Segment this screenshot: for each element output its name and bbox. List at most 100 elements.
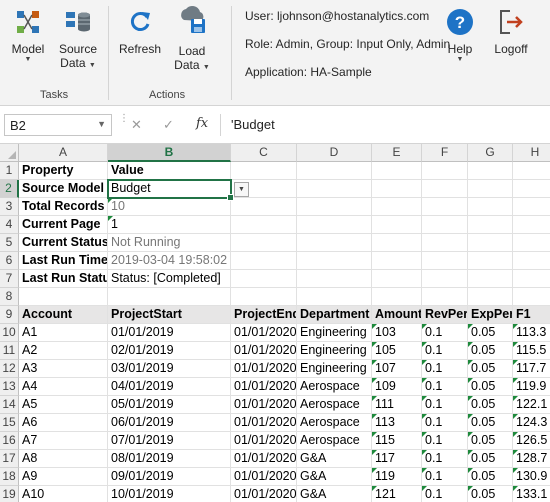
row-header-5[interactable]: 5 [0, 234, 19, 252]
empty-cell[interactable] [231, 162, 297, 180]
table-cell[interactable]: G&A [297, 450, 372, 468]
table-cell[interactable]: 02/01/2019 [108, 342, 231, 360]
table-header-expper[interactable]: ExpPer [468, 306, 513, 324]
table-cell[interactable]: 117 [372, 450, 422, 468]
table-cell[interactable]: 06/01/2019 [108, 414, 231, 432]
empty-cell[interactable] [372, 288, 422, 306]
table-header-revper[interactable]: RevPer [422, 306, 468, 324]
table-cell[interactable]: 117.7 [513, 360, 550, 378]
row-header-3[interactable]: 3 [0, 198, 19, 216]
formula-input[interactable]: 'Budget [220, 114, 546, 136]
select-all-corner[interactable] [0, 144, 19, 162]
table-cell[interactable]: 0.05 [468, 432, 513, 450]
empty-cell[interactable] [297, 288, 372, 306]
property-name[interactable]: Current Status [19, 234, 108, 252]
table-cell[interactable]: 01/01/2020 [231, 486, 297, 502]
table-cell[interactable]: Engineering [297, 360, 372, 378]
empty-cell[interactable] [422, 252, 468, 270]
table-cell[interactable]: 119 [372, 468, 422, 486]
load-data-button[interactable]: Load Data ▼ [170, 4, 214, 72]
row-header-12[interactable]: 12 [0, 360, 19, 378]
row-header-16[interactable]: 16 [0, 432, 19, 450]
empty-cell[interactable] [231, 216, 297, 234]
empty-cell[interactable] [19, 288, 108, 306]
empty-cell[interactable] [297, 180, 372, 198]
empty-cell[interactable] [468, 234, 513, 252]
table-header-projectstart[interactable]: ProjectStart [108, 306, 231, 324]
empty-cell[interactable] [372, 270, 422, 288]
row-header-4[interactable]: 4 [0, 216, 19, 234]
property-value[interactable]: 10 [108, 198, 231, 216]
table-cell[interactable]: 115.5 [513, 342, 550, 360]
empty-cell[interactable] [422, 288, 468, 306]
empty-cell[interactable] [513, 234, 550, 252]
logoff-button[interactable]: Logoff [490, 6, 532, 56]
table-cell[interactable]: 0.05 [468, 486, 513, 502]
property-name[interactable]: Last Run Status [19, 270, 108, 288]
table-cell[interactable]: 01/01/2020 [231, 324, 297, 342]
table-header-amount[interactable]: Amount [372, 306, 422, 324]
table-cell[interactable]: Aerospace [297, 414, 372, 432]
empty-cell[interactable] [372, 252, 422, 270]
table-header-f1[interactable]: F1 [513, 306, 550, 324]
table-cell[interactable]: 0.1 [422, 396, 468, 414]
empty-cell[interactable] [231, 198, 297, 216]
table-cell[interactable]: 0.05 [468, 378, 513, 396]
empty-cell[interactable] [422, 270, 468, 288]
empty-cell[interactable] [468, 288, 513, 306]
property-value[interactable]: Status: [Completed] [108, 270, 231, 288]
column-header-h[interactable]: H [513, 144, 550, 162]
empty-cell[interactable] [372, 162, 422, 180]
row-header-8[interactable]: 8 [0, 288, 19, 306]
empty-cell[interactable] [297, 162, 372, 180]
table-cell[interactable]: 08/01/2019 [108, 450, 231, 468]
empty-cell[interactable] [422, 216, 468, 234]
empty-cell[interactable] [372, 180, 422, 198]
empty-cell[interactable] [372, 234, 422, 252]
empty-cell[interactable] [468, 252, 513, 270]
empty-cell[interactable] [297, 198, 372, 216]
table-cell[interactable]: 0.1 [422, 468, 468, 486]
cell-dropdown-button[interactable]: ▼ [234, 182, 249, 197]
cancel-icon[interactable]: ✕ [131, 117, 142, 133]
empty-cell[interactable] [513, 216, 550, 234]
refresh-button[interactable]: Refresh [118, 6, 162, 56]
table-cell[interactable]: A7 [19, 432, 108, 450]
table-cell[interactable]: 133.1 [513, 486, 550, 502]
table-cell[interactable]: 0.1 [422, 486, 468, 502]
row-header-17[interactable]: 17 [0, 450, 19, 468]
table-cell[interactable]: 122.1 [513, 396, 550, 414]
table-cell[interactable]: 10/01/2019 [108, 486, 231, 502]
table-cell[interactable]: G&A [297, 468, 372, 486]
table-cell[interactable]: 01/01/2020 [231, 468, 297, 486]
empty-cell[interactable] [297, 216, 372, 234]
property-header[interactable]: Property [19, 162, 108, 180]
empty-cell[interactable] [513, 270, 550, 288]
empty-cell[interactable] [468, 180, 513, 198]
row-header-19[interactable]: 19 [0, 486, 19, 502]
insert-function-icon[interactable]: fx [196, 116, 208, 131]
table-cell[interactable]: A9 [19, 468, 108, 486]
table-cell[interactable]: 0.05 [468, 468, 513, 486]
table-cell[interactable]: 01/01/2020 [231, 432, 297, 450]
table-header-account[interactable]: Account [19, 306, 108, 324]
row-header-15[interactable]: 15 [0, 414, 19, 432]
empty-cell[interactable] [513, 162, 550, 180]
column-header-a[interactable]: A [19, 144, 108, 162]
table-cell[interactable]: Aerospace [297, 432, 372, 450]
property-value[interactable]: 1 [108, 216, 231, 234]
table-cell[interactable]: 128.7 [513, 450, 550, 468]
table-cell[interactable]: 0.1 [422, 378, 468, 396]
empty-cell[interactable] [422, 234, 468, 252]
table-cell[interactable]: 130.9 [513, 468, 550, 486]
table-cell[interactable]: 01/01/2020 [231, 450, 297, 468]
table-cell[interactable]: 0.05 [468, 360, 513, 378]
table-cell[interactable]: 109 [372, 378, 422, 396]
table-cell[interactable]: A10 [19, 486, 108, 502]
empty-cell[interactable] [372, 216, 422, 234]
table-header-projectend[interactable]: ProjectEnd [231, 306, 297, 324]
empty-cell[interactable] [513, 180, 550, 198]
table-cell[interactable]: 0.05 [468, 324, 513, 342]
empty-cell[interactable] [297, 234, 372, 252]
table-cell[interactable]: 0.05 [468, 396, 513, 414]
